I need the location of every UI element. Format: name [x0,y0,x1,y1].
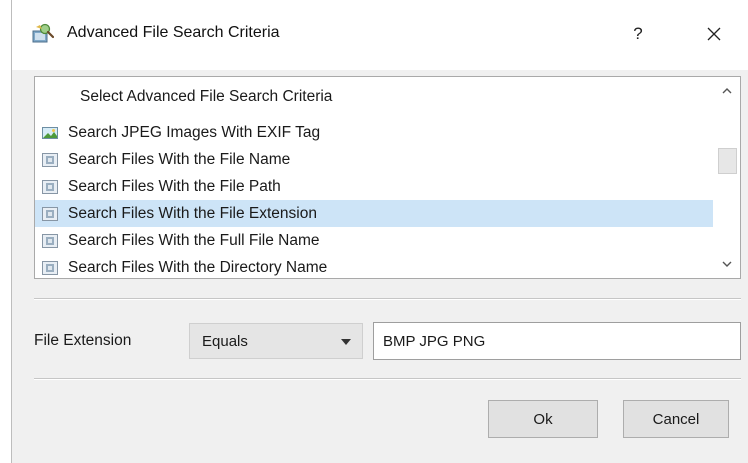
separator [34,298,741,300]
ok-button[interactable]: Ok [488,400,598,438]
file-criteria-icon [42,233,58,248]
scroll-up-icon[interactable] [720,85,734,97]
list-item-label: Search Files With the Directory Name [68,258,328,276]
file-criteria-icon [42,152,58,167]
list-header: Select Advanced File Search Criteria [80,88,333,105]
list-item[interactable]: Search Files With the File Extension [35,200,713,227]
scroll-thumb[interactable] [718,148,737,174]
value-input[interactable] [373,322,741,360]
list-item-label: Search Files With the Full File Name [68,231,320,249]
close-button[interactable] [689,14,739,54]
help-button[interactable]: ? [616,14,660,54]
vertical-scrollbar[interactable] [715,77,740,278]
list-item-label: Search JPEG Images With EXIF Tag [68,123,321,141]
file-criteria-icon [42,179,58,194]
list-item[interactable]: Search Files With the File Path [35,173,713,200]
list-item[interactable]: Search Files With the Full File Name [35,227,713,254]
app-search-icon [32,23,54,43]
title-bar[interactable]: Advanced File Search Criteria ? [12,0,748,70]
list-item-label: Search Files With the File Name [68,150,291,168]
list-item-label: Search Files With the File Extension [68,204,317,222]
field-label: File Extension [34,332,132,349]
image-icon [42,126,58,139]
file-criteria-icon [42,206,58,221]
window-title: Advanced File Search Criteria [67,24,280,41]
chevron-down-icon [341,339,351,345]
list-item[interactable]: Search JPEG Images With EXIF Tag [35,119,713,146]
list-item-label: Search Files With the File Path [68,177,281,195]
criteria-items: Search JPEG Images With EXIF Tag Search F… [35,119,713,281]
scroll-down-icon[interactable] [720,258,734,270]
file-criteria-icon [42,260,58,275]
operator-value: Equals [202,332,248,350]
operator-dropdown[interactable]: Equals [189,323,363,359]
criteria-listbox[interactable]: Select Advanced File Search Criteria Sea… [34,76,741,279]
dialog-window: Advanced File Search Criteria ? Select A… [11,0,748,463]
cancel-button[interactable]: Cancel [623,400,729,438]
list-item[interactable]: Search Files With the Directory Name [35,254,713,281]
separator [34,378,741,380]
close-icon [707,27,721,41]
list-item[interactable]: Search Files With the File Name [35,146,713,173]
